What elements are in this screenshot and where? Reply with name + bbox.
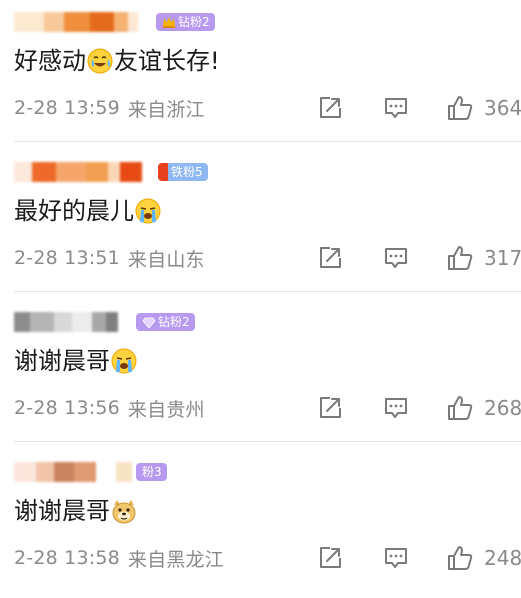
fan-badge[interactable]: 钻粉2 bbox=[136, 313, 195, 331]
like-count: 248 bbox=[484, 546, 521, 570]
blurred-username[interactable] bbox=[14, 12, 138, 32]
like-button[interactable]: 317 bbox=[446, 244, 521, 272]
divider bbox=[14, 441, 521, 442]
comment-text: 谢谢晨哥 bbox=[14, 346, 138, 376]
crown-icon bbox=[163, 17, 175, 28]
comment-meta: 2-28 13:59 来自浙江 364 bbox=[14, 94, 521, 122]
blurred-username[interactable] bbox=[14, 462, 132, 482]
user-row: 钻粉2 bbox=[14, 310, 195, 334]
fan-badge[interactable]: 铁粉5 bbox=[158, 163, 208, 181]
comment-meta: 2-28 13:58 来自黑龙江 248 bbox=[14, 544, 521, 572]
comment-text: 最好的晨儿 bbox=[14, 196, 162, 226]
like-button[interactable]: 268 bbox=[446, 394, 521, 422]
comment-date: 2-28 13:58 bbox=[14, 547, 120, 569]
comment-text-part: 最好的晨儿 bbox=[14, 197, 134, 225]
crying-emoji-icon bbox=[111, 348, 137, 374]
comment-item: 钻粉2 好感动 友谊长存! 2-28 13:59 来自浙江 364 bbox=[0, 0, 521, 148]
diamond-icon bbox=[142, 317, 156, 329]
share-icon[interactable] bbox=[316, 94, 344, 122]
comment-date: 2-28 13:51 bbox=[14, 247, 120, 269]
fan-badge[interactable]: 钻粉2 bbox=[156, 13, 215, 31]
comment-text-part: 友谊长存! bbox=[114, 47, 220, 75]
divider bbox=[14, 141, 521, 142]
thumbs-up-icon bbox=[448, 246, 473, 270]
comment-meta: 2-28 13:56 来自贵州 268 bbox=[14, 394, 521, 422]
fan-badge-label: 铁粉5 bbox=[171, 165, 203, 179]
comment-location: 来自浙江 bbox=[127, 98, 205, 121]
comment-date: 2-28 13:59 bbox=[14, 97, 120, 119]
comment-icon[interactable] bbox=[382, 544, 410, 572]
comment-text: 好感动 友谊长存! bbox=[14, 46, 220, 76]
fan-badge[interactable]: 粉3 bbox=[136, 463, 167, 481]
thumbs-up-icon bbox=[448, 546, 473, 570]
divider bbox=[14, 291, 521, 292]
blurred-username[interactable] bbox=[14, 312, 118, 332]
fan-badge-label: 粉3 bbox=[142, 465, 162, 479]
comment-item: 粉3 谢谢晨哥 2-28 13:58 来自黑龙江 248 bbox=[0, 450, 521, 598]
share-icon[interactable] bbox=[316, 244, 344, 272]
like-count: 317 bbox=[484, 246, 521, 270]
blurred-username[interactable] bbox=[14, 162, 142, 182]
comment-actions: 248 bbox=[306, 544, 521, 572]
comment-location: 来自山东 bbox=[127, 248, 205, 271]
fan-badge-label: 钻粉2 bbox=[178, 15, 210, 29]
comment-item: 钻粉2 谢谢晨哥 2-28 13:56 来自贵州 268 bbox=[0, 300, 521, 448]
doge-emoji-icon bbox=[112, 500, 136, 524]
comment-date: 2-28 13:56 bbox=[14, 397, 120, 419]
comment-actions: 317 bbox=[306, 244, 521, 272]
comment-actions: 268 bbox=[306, 394, 521, 422]
thumbs-up-icon bbox=[448, 396, 473, 420]
thumbs-up-icon bbox=[448, 96, 473, 120]
comment-icon[interactable] bbox=[382, 394, 410, 422]
badge-flag-icon bbox=[158, 163, 168, 181]
like-count: 268 bbox=[484, 396, 521, 420]
comment-icon[interactable] bbox=[382, 244, 410, 272]
tearful-smile-emoji-icon bbox=[87, 48, 113, 74]
comment-actions: 364 bbox=[306, 94, 521, 122]
comment-text-part: 好感动 bbox=[14, 47, 86, 75]
fan-badge-label: 钻粉2 bbox=[158, 315, 190, 329]
share-icon[interactable] bbox=[316, 394, 344, 422]
comment-location: 来自贵州 bbox=[127, 398, 205, 421]
like-button[interactable]: 364 bbox=[446, 94, 521, 122]
comment-text-part: 谢谢晨哥 bbox=[14, 497, 110, 525]
comment-text-part: 谢谢晨哥 bbox=[14, 347, 110, 375]
user-row: 铁粉5 bbox=[14, 160, 208, 184]
comment-item: 铁粉5 最好的晨儿 2-28 13:51 来自山东 317 bbox=[0, 150, 521, 298]
user-row: 粉3 bbox=[14, 460, 167, 484]
comment-text: 谢谢晨哥 bbox=[14, 496, 138, 526]
comment-meta: 2-28 13:51 来自山东 317 bbox=[14, 244, 521, 272]
user-row: 钻粉2 bbox=[14, 10, 215, 34]
comment-icon[interactable] bbox=[382, 94, 410, 122]
crying-emoji-icon bbox=[135, 198, 161, 224]
share-icon[interactable] bbox=[316, 544, 344, 572]
comment-location: 来自黑龙江 bbox=[127, 548, 224, 571]
like-count: 364 bbox=[484, 96, 521, 120]
like-button[interactable]: 248 bbox=[446, 544, 521, 572]
